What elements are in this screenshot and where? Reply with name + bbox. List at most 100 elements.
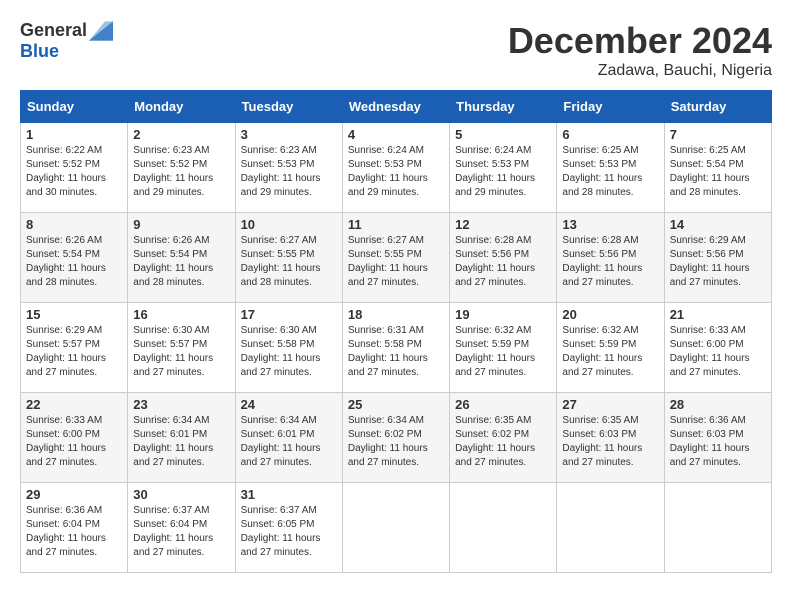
calendar-cell: 8 Sunrise: 6:26 AM Sunset: 5:54 PM Daylig…	[21, 213, 128, 303]
day-info: Sunrise: 6:28 AM Sunset: 5:56 PM Dayligh…	[562, 234, 658, 290]
day-number: 2	[133, 127, 229, 142]
day-number: 18	[348, 307, 444, 322]
day-info: Sunrise: 6:25 AM Sunset: 5:53 PM Dayligh…	[562, 144, 658, 200]
day-number: 22	[26, 397, 122, 412]
column-header-thursday: Thursday	[450, 91, 557, 123]
calendar-week-row: 22 Sunrise: 6:33 AM Sunset: 6:00 PM Dayli…	[21, 393, 772, 483]
calendar-cell: 12 Sunrise: 6:28 AM Sunset: 5:56 PM Dayli…	[450, 213, 557, 303]
calendar-cell: 27 Sunrise: 6:35 AM Sunset: 6:03 PM Dayli…	[557, 393, 664, 483]
day-number: 4	[348, 127, 444, 142]
calendar-cell: 19 Sunrise: 6:32 AM Sunset: 5:59 PM Dayli…	[450, 303, 557, 393]
day-info: Sunrise: 6:37 AM Sunset: 6:04 PM Dayligh…	[133, 504, 229, 560]
day-number: 9	[133, 217, 229, 232]
calendar-cell: 21 Sunrise: 6:33 AM Sunset: 6:00 PM Dayli…	[664, 303, 771, 393]
page-header: General Blue December 2024 Zadawa, Bauch…	[20, 20, 772, 80]
column-header-monday: Monday	[128, 91, 235, 123]
calendar-cell: 20Sunrise: 6:32 AM Sunset: 5:59 PM Dayli…	[557, 303, 664, 393]
day-number: 25	[348, 397, 444, 412]
calendar-cell: 16 Sunrise: 6:30 AM Sunset: 5:57 PM Dayli…	[128, 303, 235, 393]
column-header-tuesday: Tuesday	[235, 91, 342, 123]
logo-blue-text: Blue	[20, 41, 59, 62]
calendar-cell: 30 Sunrise: 6:37 AM Sunset: 6:04 PM Dayli…	[128, 483, 235, 573]
calendar-cell: 18 Sunrise: 6:31 AM Sunset: 5:58 PM Dayli…	[342, 303, 449, 393]
calendar-cell: 29 Sunrise: 6:36 AM Sunset: 6:04 PM Dayli…	[21, 483, 128, 573]
day-info: Sunrise: 6:29 AM Sunset: 5:57 PM Dayligh…	[26, 324, 122, 380]
calendar-cell	[342, 483, 449, 573]
calendar-cell: 2 Sunrise: 6:23 AM Sunset: 5:52 PM Daylig…	[128, 123, 235, 213]
day-info: Sunrise: 6:24 AM Sunset: 5:53 PM Dayligh…	[348, 144, 444, 200]
day-number: 8	[26, 217, 122, 232]
day-info: Sunrise: 6:27 AM Sunset: 5:55 PM Dayligh…	[348, 234, 444, 290]
day-number: 26	[455, 397, 551, 412]
day-info: Sunrise: 6:36 AM Sunset: 6:04 PM Dayligh…	[26, 504, 122, 560]
day-number: 27	[562, 397, 658, 412]
day-info: Sunrise: 6:37 AM Sunset: 6:05 PM Dayligh…	[241, 504, 337, 560]
day-number: 1	[26, 127, 122, 142]
day-number: 19	[455, 307, 551, 322]
day-info: Sunrise: 6:26 AM Sunset: 5:54 PM Dayligh…	[26, 234, 122, 290]
day-info: Sunrise: 6:34 AM Sunset: 6:02 PM Dayligh…	[348, 414, 444, 470]
day-number: 11	[348, 217, 444, 232]
calendar-cell: 3 Sunrise: 6:23 AM Sunset: 5:53 PM Daylig…	[235, 123, 342, 213]
day-number: 21	[670, 307, 766, 322]
day-info: Sunrise: 6:23 AM Sunset: 5:52 PM Dayligh…	[133, 144, 229, 200]
calendar-cell: 22 Sunrise: 6:33 AM Sunset: 6:00 PM Dayli…	[21, 393, 128, 483]
calendar-week-row: 15 Sunrise: 6:29 AM Sunset: 5:57 PM Dayli…	[21, 303, 772, 393]
day-info: Sunrise: 6:32 AM Sunset: 5:59 PM Dayligh…	[455, 324, 551, 380]
day-number: 16	[133, 307, 229, 322]
day-info: Sunrise: 6:28 AM Sunset: 5:56 PM Dayligh…	[455, 234, 551, 290]
month-title: December 2024	[508, 20, 772, 62]
calendar-cell: 1Sunrise: 6:22 AM Sunset: 5:52 PM Daylig…	[21, 123, 128, 213]
day-number: 17	[241, 307, 337, 322]
location: Zadawa, Bauchi, Nigeria	[508, 62, 772, 80]
calendar-week-row: 1Sunrise: 6:22 AM Sunset: 5:52 PM Daylig…	[21, 123, 772, 213]
day-number: 6	[562, 127, 658, 142]
day-info: Sunrise: 6:33 AM Sunset: 6:00 PM Dayligh…	[670, 324, 766, 380]
day-number: 30	[133, 487, 229, 502]
calendar-cell: 9Sunrise: 6:26 AM Sunset: 5:54 PM Daylig…	[128, 213, 235, 303]
calendar-cell: 31 Sunrise: 6:37 AM Sunset: 6:05 PM Dayli…	[235, 483, 342, 573]
day-number: 15	[26, 307, 122, 322]
calendar-cell: 23Sunrise: 6:34 AM Sunset: 6:01 PM Dayli…	[128, 393, 235, 483]
column-header-sunday: Sunday	[21, 91, 128, 123]
calendar-cell: 26 Sunrise: 6:35 AM Sunset: 6:02 PM Dayli…	[450, 393, 557, 483]
day-info: Sunrise: 6:29 AM Sunset: 5:56 PM Dayligh…	[670, 234, 766, 290]
calendar-cell: 6 Sunrise: 6:25 AM Sunset: 5:53 PM Daylig…	[557, 123, 664, 213]
logo-icon	[89, 21, 113, 41]
day-number: 5	[455, 127, 551, 142]
day-number: 31	[241, 487, 337, 502]
calendar-cell: 24Sunrise: 6:34 AM Sunset: 6:01 PM Dayli…	[235, 393, 342, 483]
calendar-cell: 17Sunrise: 6:30 AM Sunset: 5:58 PM Dayli…	[235, 303, 342, 393]
column-header-friday: Friday	[557, 91, 664, 123]
day-number: 13	[562, 217, 658, 232]
day-info: Sunrise: 6:23 AM Sunset: 5:53 PM Dayligh…	[241, 144, 337, 200]
day-info: Sunrise: 6:27 AM Sunset: 5:55 PM Dayligh…	[241, 234, 337, 290]
day-info: Sunrise: 6:32 AM Sunset: 5:59 PM Dayligh…	[562, 324, 658, 380]
day-info: Sunrise: 6:33 AM Sunset: 6:00 PM Dayligh…	[26, 414, 122, 470]
day-info: Sunrise: 6:35 AM Sunset: 6:03 PM Dayligh…	[562, 414, 658, 470]
day-number: 3	[241, 127, 337, 142]
day-info: Sunrise: 6:34 AM Sunset: 6:01 PM Dayligh…	[241, 414, 337, 470]
calendar-header-row: SundayMondayTuesdayWednesdayThursdayFrid…	[21, 91, 772, 123]
column-header-wednesday: Wednesday	[342, 91, 449, 123]
day-info: Sunrise: 6:31 AM Sunset: 5:58 PM Dayligh…	[348, 324, 444, 380]
calendar-cell	[664, 483, 771, 573]
day-info: Sunrise: 6:35 AM Sunset: 6:02 PM Dayligh…	[455, 414, 551, 470]
calendar-week-row: 8 Sunrise: 6:26 AM Sunset: 5:54 PM Daylig…	[21, 213, 772, 303]
day-number: 23	[133, 397, 229, 412]
day-number: 10	[241, 217, 337, 232]
calendar-cell: 15 Sunrise: 6:29 AM Sunset: 5:57 PM Dayli…	[21, 303, 128, 393]
column-header-saturday: Saturday	[664, 91, 771, 123]
calendar-cell: 25 Sunrise: 6:34 AM Sunset: 6:02 PM Dayli…	[342, 393, 449, 483]
calendar-cell	[450, 483, 557, 573]
calendar-cell: 13 Sunrise: 6:28 AM Sunset: 5:56 PM Dayli…	[557, 213, 664, 303]
logo: General Blue	[20, 20, 113, 62]
calendar-cell: 11 Sunrise: 6:27 AM Sunset: 5:55 PM Dayli…	[342, 213, 449, 303]
day-number: 29	[26, 487, 122, 502]
day-number: 7	[670, 127, 766, 142]
day-info: Sunrise: 6:24 AM Sunset: 5:53 PM Dayligh…	[455, 144, 551, 200]
day-number: 12	[455, 217, 551, 232]
calendar-cell: 28Sunrise: 6:36 AM Sunset: 6:03 PM Dayli…	[664, 393, 771, 483]
calendar-cell: 5 Sunrise: 6:24 AM Sunset: 5:53 PM Daylig…	[450, 123, 557, 213]
day-info: Sunrise: 6:30 AM Sunset: 5:57 PM Dayligh…	[133, 324, 229, 380]
